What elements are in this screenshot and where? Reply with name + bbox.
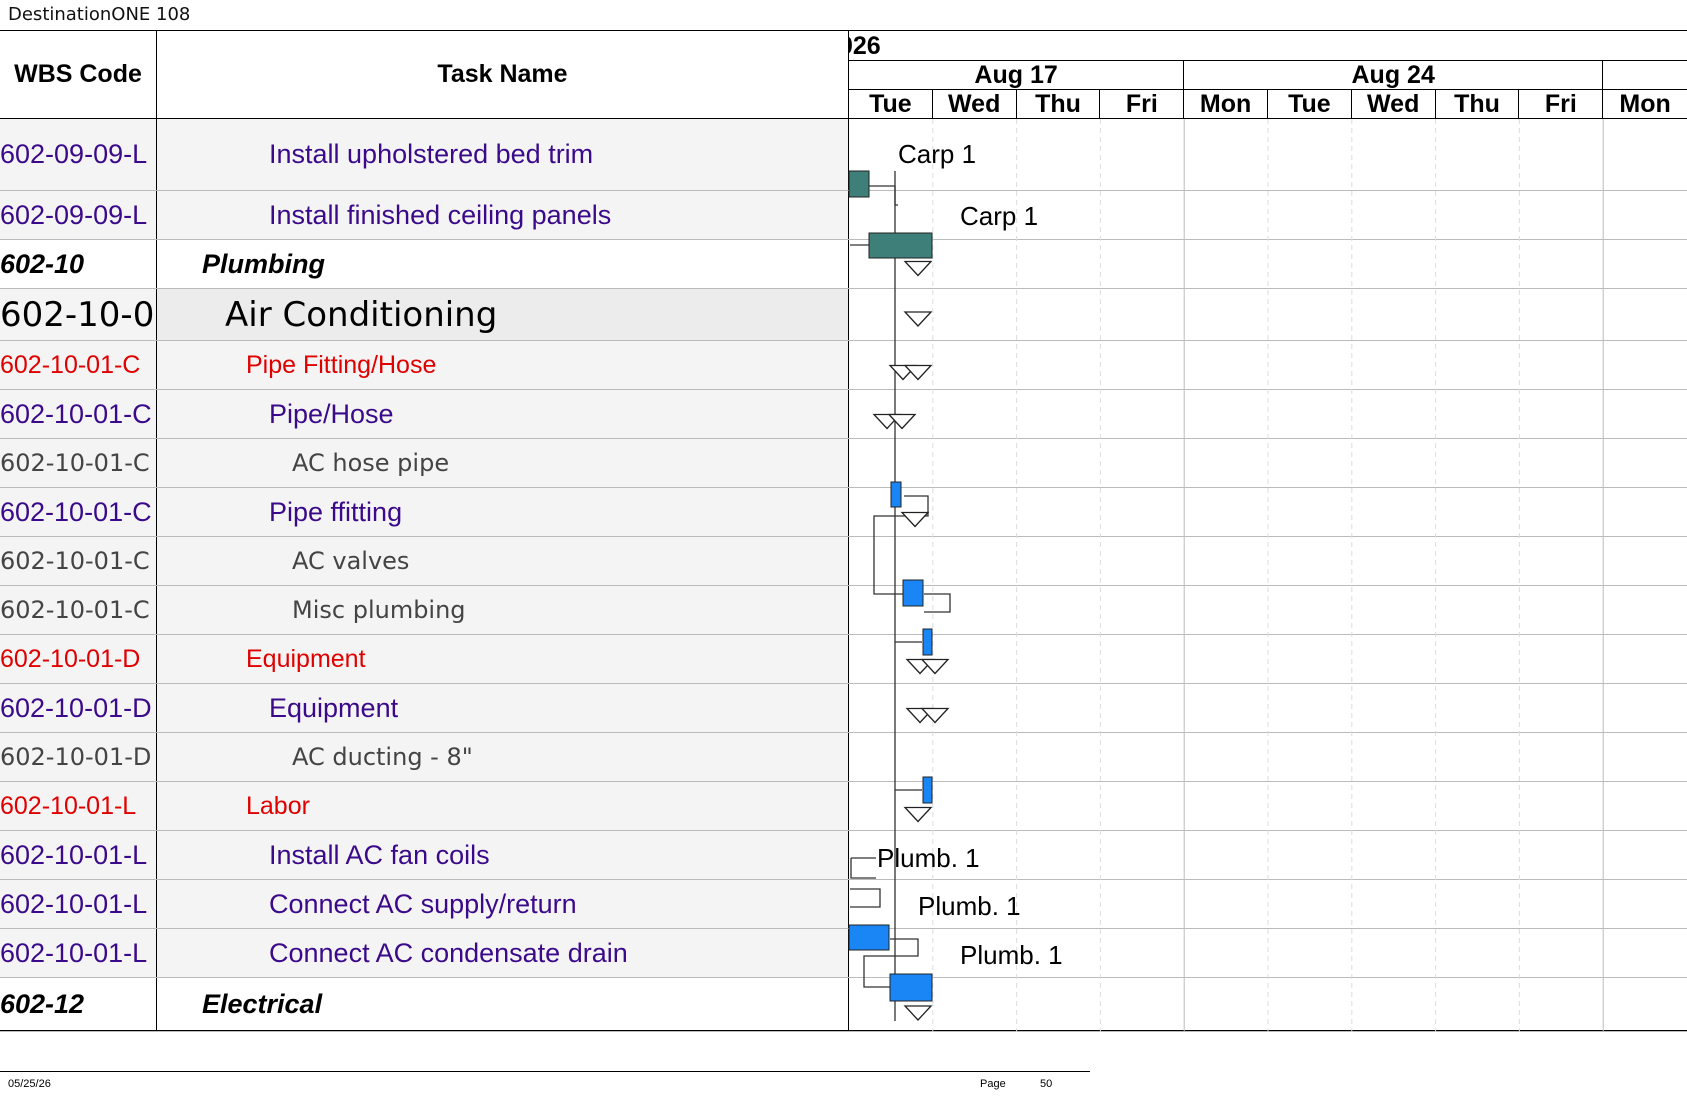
- footer-page-label: Page: [980, 1078, 1006, 1090]
- resource-label: Plumb. 1: [918, 891, 1021, 921]
- dependency-line: [850, 858, 876, 879]
- resource-label: Carp 1: [898, 139, 976, 169]
- dependency-line: [869, 185, 898, 206]
- dependency-line: [850, 888, 881, 908]
- task-bar-ac-hose-pipe[interactable]: [890, 481, 902, 508]
- task-bar-ac-valves[interactable]: [902, 579, 924, 607]
- task-bar-ac-ducting[interactable]: [922, 776, 933, 804]
- resource-label: Carp 1: [960, 201, 1038, 231]
- task-bar-install-finished-ceiling-panels[interactable]: [868, 232, 933, 259]
- task-bar-connect-ac-condensate-drain[interactable]: [889, 973, 933, 1002]
- dependency-line: [873, 515, 904, 595]
- dependency-line: [924, 593, 951, 613]
- resource-label: Plumb. 1: [960, 940, 1063, 970]
- summary-marker-labor: [903, 806, 933, 823]
- task-bar-connect-ac-supply-return[interactable]: [848, 924, 890, 951]
- summary-marker-electrical: [903, 1005, 933, 1021]
- document-title: DestinationONE 108: [8, 4, 191, 25]
- resource-label: Plumb. 1: [877, 843, 980, 873]
- summary-marker-plumbing: [903, 260, 933, 277]
- task-bar-misc-plumbing[interactable]: [922, 628, 933, 656]
- summary-marker-pipe-fitting: [900, 511, 930, 528]
- summary-marker-air-conditioning: [903, 311, 933, 327]
- gantt-chart: Carp 1 Carp 1 Plumb. 1 Plumb. 1 Plumb. 1: [848, 119, 1604, 1032]
- footer-page-number: 50: [1040, 1078, 1053, 1090]
- gantt-frame: WBS Code Task Name 026 Aug 17Aug 24 TueW…: [0, 30, 1687, 1032]
- footer-date: 05/25/26: [8, 1078, 51, 1090]
- task-bar-install-upholstered-bed-trim[interactable]: [848, 170, 870, 198]
- footer-rule: [0, 1071, 1090, 1072]
